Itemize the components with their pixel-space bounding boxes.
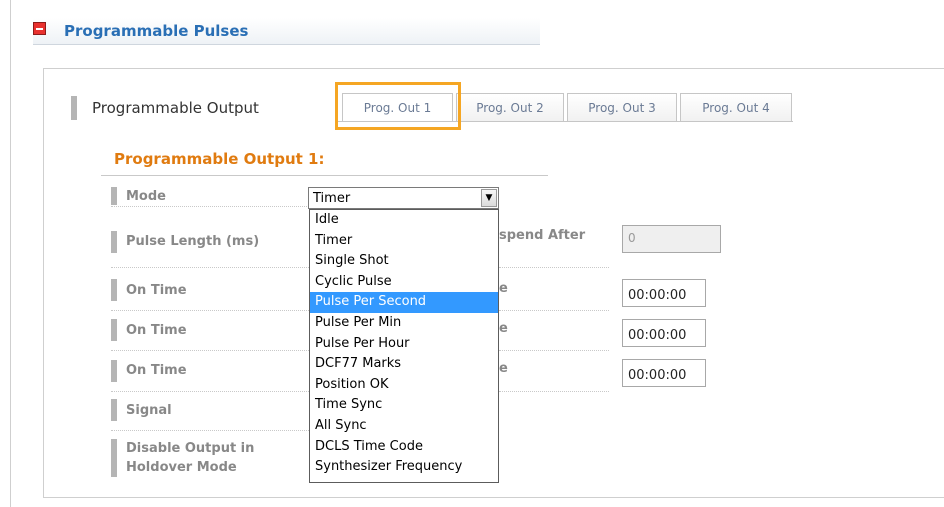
suspend-after-label: spend After (499, 228, 586, 243)
dropdown-option[interactable]: All Sync (310, 416, 498, 437)
off-time-label-3: e (499, 361, 508, 376)
field-separator (111, 430, 311, 431)
mode-label: Mode (126, 189, 166, 204)
on-time-marker (111, 279, 117, 301)
tab-prog-out-3[interactable]: Prog. Out 3 (567, 93, 677, 121)
dropdown-option[interactable]: Idle (310, 210, 498, 231)
heading-divider (101, 175, 548, 176)
dropdown-option[interactable]: Pulse Per Min (310, 313, 498, 334)
suspend-after-input[interactable]: 0 (622, 225, 721, 253)
field-separator (111, 310, 311, 311)
holdover-label-line2: Holdover Mode (126, 460, 237, 475)
on-time-marker (111, 360, 117, 382)
holdover-marker (111, 439, 117, 477)
off-time-label-1: e (499, 281, 508, 296)
holdover-label-line1: Disable Output in (126, 441, 255, 456)
page-left-border (10, 0, 11, 507)
section-title: Programmable Pulses (64, 22, 249, 40)
mode-select-value: Timer (313, 191, 351, 206)
label-marker (71, 96, 77, 120)
dropdown-option[interactable]: Synthesizer Frequency (310, 457, 498, 478)
dropdown-option[interactable]: Pulse Per Hour (310, 334, 498, 355)
time-input-1[interactable]: 00:00:00 (622, 279, 706, 307)
mode-select[interactable]: Timer ▼ (308, 187, 499, 209)
signal-label: Signal (126, 403, 172, 418)
signal-marker (111, 399, 117, 421)
tab-highlight-box (335, 82, 461, 130)
field-separator (499, 267, 609, 268)
dropdown-option[interactable]: Single Shot (310, 251, 498, 272)
time-input-2[interactable]: 00:00:00 (622, 319, 706, 347)
chevron-down-icon[interactable]: ▼ (481, 189, 497, 207)
section-header: Programmable Pulses (33, 18, 540, 45)
programmable-output-label: Programmable Output (92, 99, 259, 117)
minus-square-icon[interactable] (33, 22, 46, 35)
dropdown-option[interactable]: DCF77 Marks (310, 354, 498, 375)
tab-prog-out-2[interactable]: Prog. Out 2 (456, 93, 564, 121)
pulse-length-label: Pulse Length (ms) (126, 234, 260, 249)
form-heading: Programmable Output 1: (114, 150, 325, 168)
field-separator (499, 310, 609, 311)
field-separator (111, 267, 311, 268)
off-time-label-2: e (499, 321, 508, 336)
dropdown-option[interactable]: Position OK (310, 375, 498, 396)
field-separator (499, 391, 609, 392)
on-time-marker (111, 319, 117, 341)
dropdown-option[interactable]: Time Sync (310, 395, 498, 416)
mode-marker (111, 187, 117, 205)
dropdown-option[interactable]: Cyclic Pulse (310, 272, 498, 293)
mode-dropdown-list: Idle Timer Single Shot Cyclic Pulse Pulse Pe… (309, 209, 499, 483)
time-input-3[interactable]: 00:00:00 (622, 359, 706, 387)
field-separator (111, 206, 311, 207)
dropdown-option[interactable]: DCLS Time Code (310, 437, 498, 458)
field-separator (111, 391, 311, 392)
on-time-label-3: On Time (126, 363, 187, 378)
holdover-label: Disable Output in Holdover Mode (126, 439, 254, 477)
field-separator (111, 350, 311, 351)
on-time-label-2: On Time (126, 323, 187, 338)
on-time-label-1: On Time (126, 283, 187, 298)
programmable-output-panel: Programmable Output Prog. Out 1 Prog. Ou… (43, 68, 944, 498)
tab-prog-out-4[interactable]: Prog. Out 4 (680, 93, 792, 121)
dropdown-option[interactable]: Timer (310, 231, 498, 252)
pulse-length-marker (111, 231, 117, 253)
field-separator (499, 350, 609, 351)
dropdown-option[interactable]: Pulse Per Second (310, 292, 498, 313)
